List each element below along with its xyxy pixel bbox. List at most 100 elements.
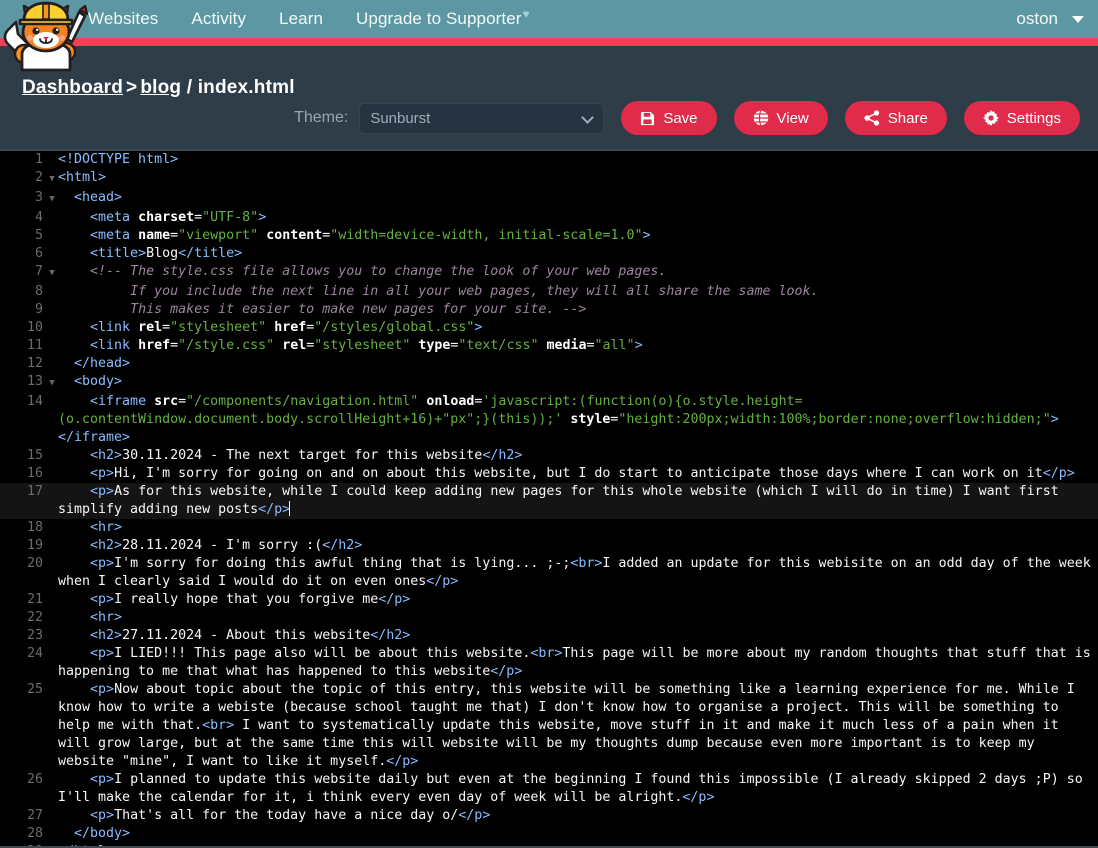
nav-link-upgrade-to-supporter[interactable]: Upgrade to Supporter ♥ bbox=[356, 7, 530, 29]
code-line[interactable]: 19 <h2>28.11.2024 - I'm sorry :(</h2> bbox=[0, 537, 1098, 555]
fold-toggle-icon[interactable]: ▼ bbox=[46, 169, 58, 189]
code-line[interactable]: 12 </head> bbox=[0, 355, 1098, 373]
code-line[interactable]: 26 <p>I planned to update this website d… bbox=[0, 771, 1098, 807]
code-line-content: <p>As for this website, while I could ke… bbox=[58, 484, 1067, 517]
code-line-content: <iframe src="/components/navigation.html… bbox=[58, 394, 1059, 445]
code-line[interactable]: 8 If you include the next line in all yo… bbox=[0, 283, 1098, 301]
line-number: 16 bbox=[26, 466, 43, 481]
nav-user-menu[interactable]: oston bbox=[1016, 9, 1098, 29]
code-line-content: </head> bbox=[74, 356, 131, 371]
top-navigation-bar: Websites Activity Learn Upgrade to Suppo… bbox=[0, 0, 1098, 38]
line-number: 18 bbox=[26, 520, 43, 535]
code-line-content: <p>I'm sorry for doing this awful thing … bbox=[58, 556, 1098, 589]
fold-toggle-icon[interactable]: ▼ bbox=[46, 263, 58, 283]
code-line[interactable]: 16 <p>Hi, I'm sorry for going on and on … bbox=[0, 465, 1098, 483]
breadcrumb: Dashboard > blog / index.html bbox=[22, 77, 295, 99]
code-line[interactable]: 17 <p>As for this website, while I could… bbox=[0, 483, 1098, 519]
theme-select[interactable]: Sunburst bbox=[359, 102, 605, 134]
line-number: 20 bbox=[26, 556, 43, 571]
line-number: 28 bbox=[26, 826, 43, 841]
code-line[interactable]: 3 ▼ <head> bbox=[0, 189, 1098, 209]
heart-icon: ♥ bbox=[522, 7, 530, 21]
code-line-content: <meta charset="UTF-8"> bbox=[90, 210, 267, 225]
code-line-content: <html> bbox=[58, 170, 107, 185]
code-line[interactable]: 5 <meta name="viewport" content="width=d… bbox=[0, 227, 1098, 245]
line-number: 4 bbox=[34, 210, 43, 225]
breadcrumb-dashboard-link[interactable]: Dashboard bbox=[22, 77, 123, 98]
nav-link-websites[interactable]: Websites bbox=[88, 9, 158, 29]
code-line[interactable]: 24 <p>I LIED!!! This page also will be a… bbox=[0, 645, 1098, 681]
share-nodes-icon bbox=[864, 110, 879, 126]
code-line-content: <p>That's all for the today have a nice … bbox=[90, 808, 491, 823]
neocities-logo-icon[interactable] bbox=[2, 0, 94, 72]
line-number: 13 bbox=[26, 374, 43, 389]
code-line[interactable]: 28 </body> bbox=[0, 825, 1098, 843]
line-number: 1 bbox=[34, 152, 43, 167]
fold-toggle-icon[interactable]: ▼ bbox=[46, 189, 58, 209]
nav-link-activity[interactable]: Activity bbox=[191, 9, 246, 29]
code-line[interactable]: 4 <meta charset="UTF-8"> bbox=[0, 209, 1098, 227]
code-line-content: <head> bbox=[74, 190, 123, 205]
line-number: 7 bbox=[34, 264, 43, 279]
line-number: 26 bbox=[26, 772, 43, 787]
code-line[interactable]: 11 <link href="/style.css" rel="styleshe… bbox=[0, 337, 1098, 355]
line-number: 5 bbox=[34, 228, 43, 243]
code-line[interactable]: 10 <link rel="stylesheet" href="/styles/… bbox=[0, 319, 1098, 337]
code-line[interactable]: 21 <p>I really hope that you forgive me<… bbox=[0, 591, 1098, 609]
nav-link-learn[interactable]: Learn bbox=[279, 9, 323, 29]
code-line[interactable]: 7 ▼ <!-- The style.css file allows you to… bbox=[0, 263, 1098, 283]
code-line[interactable]: 27 <p>That's all for the today have a ni… bbox=[0, 807, 1098, 825]
line-number: 25 bbox=[26, 682, 43, 697]
line-number: 14 bbox=[26, 394, 43, 409]
line-number: 3 bbox=[34, 190, 43, 205]
code-editor[interactable]: 1 <!DOCTYPE html> 2 ▼ <html> 3 ▼ <head> 4 <meta… bbox=[0, 149, 1098, 848]
code-line[interactable]: 23 <h2>27.11.2024 - About this website</… bbox=[0, 627, 1098, 645]
code-line[interactable]: 18 <hr> bbox=[0, 519, 1098, 537]
chevron-down-icon[interactable] bbox=[1072, 15, 1084, 23]
settings-button[interactable]: Settings bbox=[963, 101, 1080, 135]
code-line-content: </body> bbox=[74, 826, 131, 841]
code-lines-container[interactable]: 1 <!DOCTYPE html> 2 ▼ <html> 3 ▼ <head> 4 <meta… bbox=[0, 151, 1098, 848]
code-line[interactable]: 1 <!DOCTYPE html> bbox=[0, 151, 1098, 169]
code-line-content: <title>Blog</title> bbox=[90, 246, 243, 261]
page-subheader: Dashboard > blog / index.html Theme: Sunbu… bbox=[0, 46, 1098, 149]
code-line-content: <body> bbox=[74, 374, 123, 389]
view-button[interactable]: View bbox=[733, 101, 828, 135]
code-line[interactable]: 6 <title>Blog</title> bbox=[0, 245, 1098, 263]
code-line[interactable]: 15 <h2>30.11.2024 - The next target for … bbox=[0, 447, 1098, 465]
code-line[interactable]: 20 <p>I'm sorry for doing this awful thi… bbox=[0, 555, 1098, 591]
code-line[interactable]: 22 <hr> bbox=[0, 609, 1098, 627]
code-line-content: <!-- The style.css file allows you to ch… bbox=[90, 264, 667, 279]
code-line[interactable]: 14 <iframe src="/components/navigation.h… bbox=[0, 393, 1098, 447]
code-line-content: <h2>28.11.2024 - I'm sorry :(</h2> bbox=[90, 538, 363, 553]
share-button[interactable]: Share bbox=[844, 101, 947, 135]
line-number: 2 bbox=[34, 170, 43, 185]
save-button[interactable]: Save bbox=[621, 101, 717, 135]
code-line[interactable]: 9 This makes it easier to make new pages… bbox=[0, 301, 1098, 319]
line-number: 11 bbox=[26, 338, 43, 353]
code-line[interactable]: 13 ▼ <body> bbox=[0, 373, 1098, 393]
line-number: 23 bbox=[26, 628, 43, 643]
breadcrumb-slash: / bbox=[181, 77, 198, 98]
code-line-content: <p>I LIED!!! This page also will be abou… bbox=[58, 646, 1098, 679]
view-button-label: View bbox=[776, 109, 809, 127]
code-line-content: <link href="/style.css" rel="stylesheet"… bbox=[90, 338, 643, 353]
code-line-content: <p>I really hope that you forgive me</p> bbox=[90, 592, 411, 607]
code-line[interactable]: 25 <p>Now about topic about the topic of… bbox=[0, 681, 1098, 771]
settings-button-label: Settings bbox=[1006, 109, 1061, 127]
line-number: 9 bbox=[34, 302, 43, 317]
breadcrumb-folder-link[interactable]: blog bbox=[140, 77, 181, 98]
fold-toggle-icon[interactable]: ▼ bbox=[46, 373, 58, 393]
code-line[interactable]: 2 ▼ <html> bbox=[0, 169, 1098, 189]
theme-label: Theme: bbox=[294, 109, 349, 126]
code-line-content: <p>Hi, I'm sorry for going on and on abo… bbox=[90, 466, 1075, 481]
